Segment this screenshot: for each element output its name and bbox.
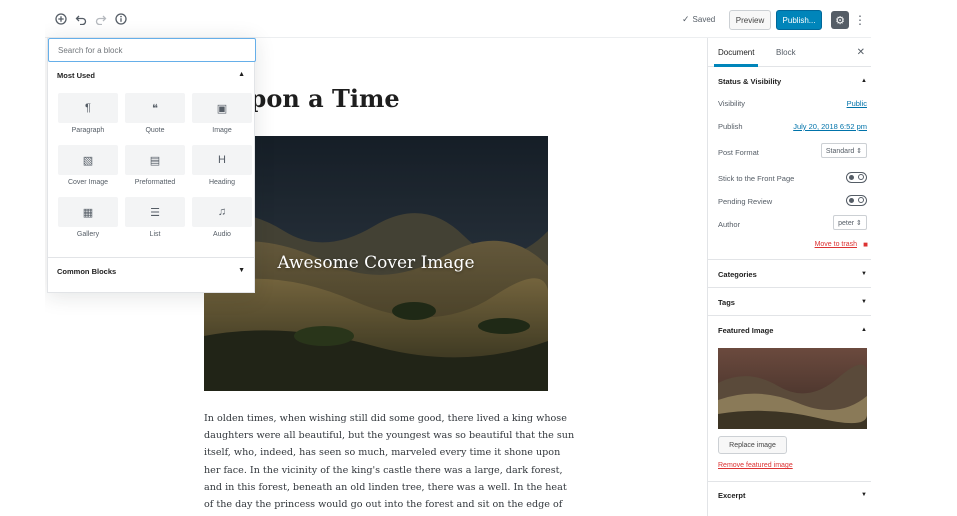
- paragraph-line: of the day the princess would go out int…: [204, 499, 563, 511]
- author-label: Author: [718, 220, 741, 229]
- paragraph-line: and in this forest, beneath an old linde…: [204, 481, 567, 493]
- cover-image-icon: ▧: [82, 154, 94, 167]
- block-gallery[interactable]: ▦ Gallery: [57, 197, 119, 241]
- block-label: Quote: [145, 127, 165, 134]
- divider: [708, 481, 871, 482]
- block-list[interactable]: ☰ List: [124, 197, 186, 241]
- sidebar-tabs: Document Block ✕: [708, 38, 871, 67]
- block-paragraph[interactable]: ¶ Paragraph: [57, 93, 119, 137]
- divider: [708, 259, 871, 260]
- excerpt-title[interactable]: Excerpt: [718, 491, 746, 500]
- image-icon: ▣: [216, 102, 228, 115]
- block-quote[interactable]: ❝ Quote: [124, 93, 186, 137]
- gallery-icon: ▦: [82, 206, 94, 219]
- status-visibility-title[interactable]: Status & Visibility: [718, 77, 781, 86]
- heading-icon: H: [218, 154, 226, 166]
- block-label: Image: [212, 127, 232, 134]
- block-label: Cover Image: [67, 179, 109, 186]
- saved-label: Saved: [692, 15, 716, 24]
- tags-title[interactable]: Tags: [718, 298, 735, 307]
- caret-down-icon[interactable]: ▼: [861, 492, 867, 498]
- block-label: Audio: [213, 231, 231, 238]
- settings-button[interactable]: ⚙: [831, 11, 849, 29]
- remove-featured-image-link[interactable]: Remove featured image: [718, 462, 793, 469]
- preview-button[interactable]: Preview: [729, 10, 771, 30]
- audio-icon: ♫: [217, 206, 227, 218]
- caret-up-icon[interactable]: ▲: [238, 71, 245, 78]
- featured-image-preview[interactable]: [718, 348, 867, 429]
- active-tab-indicator: [714, 64, 758, 67]
- settings-sidebar: Document Block ✕ Status & Visibility ▲ V…: [707, 38, 871, 516]
- block-cover-image[interactable]: ▧ Cover Image: [57, 145, 119, 189]
- divider: [48, 257, 254, 258]
- replace-image-button[interactable]: Replace image: [718, 436, 787, 454]
- post-format-select[interactable]: Standard ⇕: [821, 143, 867, 158]
- redo-icon[interactable]: [93, 11, 109, 27]
- block-label: Preformatted: [134, 179, 176, 186]
- block-search-input[interactable]: Search for a block: [48, 38, 256, 62]
- editor-canvas: ✓ Saved Preview Publish... ⚙ ⋮ e Upon a …: [45, 0, 871, 516]
- post-format-label: Post Format: [718, 148, 759, 157]
- featured-image-title[interactable]: Featured Image: [718, 326, 773, 335]
- featured-landscape-image: [718, 348, 867, 429]
- block-audio[interactable]: ♫ Audio: [191, 197, 253, 241]
- block-grid: ¶ Paragraph ❝ Quote ▣ Image ▧ Cover Imag…: [57, 93, 252, 241]
- preformatted-icon: ▤: [149, 154, 161, 167]
- info-icon[interactable]: [113, 11, 129, 27]
- block-inserter-popover: Search for a block Most Used ▲ ¶ Paragra…: [47, 37, 256, 293]
- block-label: Gallery: [76, 231, 100, 238]
- editor-toolbar: ✓ Saved Preview Publish... ⚙ ⋮: [45, 0, 871, 38]
- tab-document[interactable]: Document: [718, 48, 754, 57]
- block-heading[interactable]: H Heading: [191, 145, 253, 189]
- caret-down-icon[interactable]: ▼: [861, 271, 867, 277]
- check-icon: ✓: [682, 14, 690, 24]
- pending-review-label: Pending Review: [718, 197, 773, 206]
- block-preformatted[interactable]: ▤ Preformatted: [124, 145, 186, 189]
- sticky-toggle[interactable]: [846, 172, 867, 183]
- publish-date-link[interactable]: July 20, 2018 6:52 pm: [793, 122, 867, 131]
- publish-label: Publish: [718, 122, 743, 131]
- sticky-label: Stick to the Front Page: [718, 174, 795, 183]
- undo-icon[interactable]: [73, 11, 89, 27]
- block-image[interactable]: ▣ Image: [191, 93, 253, 137]
- pending-review-toggle[interactable]: [846, 195, 867, 206]
- visibility-label: Visibility: [718, 99, 745, 108]
- cover-caption[interactable]: Awesome Cover Image: [204, 253, 548, 273]
- paragraph-block[interactable]: In olden times, when wishing still did s…: [204, 410, 575, 513]
- caret-up-icon[interactable]: ▲: [861, 327, 867, 333]
- common-blocks-heading[interactable]: Common Blocks: [57, 267, 116, 276]
- caret-up-icon[interactable]: ▲: [861, 78, 867, 84]
- visibility-link[interactable]: Public: [847, 99, 867, 108]
- block-label: Paragraph: [71, 127, 105, 134]
- more-options-button[interactable]: ⋮: [854, 11, 866, 29]
- paragraph-line: her face. In the vicinity of the king's …: [204, 464, 563, 476]
- trash-icon[interactable]: ■: [863, 240, 868, 249]
- plus-circle-icon[interactable]: [53, 11, 69, 27]
- move-to-trash-link[interactable]: Move to trash: [815, 241, 857, 248]
- divider: [708, 287, 871, 288]
- block-label: List: [149, 231, 161, 238]
- paragraph-line: itself, who, indeed, has seen so much, m…: [204, 447, 561, 459]
- gear-icon: ⚙: [835, 14, 845, 27]
- publish-button[interactable]: Publish...: [776, 10, 822, 30]
- tab-block[interactable]: Block: [776, 48, 796, 57]
- saved-status: ✓ Saved: [682, 14, 715, 25]
- quote-icon: ❝: [152, 102, 158, 115]
- more-vertical-icon: ⋮: [854, 13, 866, 27]
- most-used-heading[interactable]: Most Used: [57, 71, 95, 80]
- paragraph-icon: ¶: [85, 102, 91, 114]
- close-icon[interactable]: ✕: [857, 47, 865, 58]
- caret-down-icon[interactable]: ▼: [861, 299, 867, 305]
- paragraph-line: In olden times, when wishing still did s…: [204, 413, 567, 424]
- divider: [708, 315, 871, 316]
- cover-image-block[interactable]: Awesome Cover Image: [204, 136, 548, 391]
- paragraph-line: daughters were all beautiful, but the yo…: [204, 430, 575, 442]
- block-label: Heading: [208, 179, 236, 186]
- author-select[interactable]: peter ⇕: [833, 215, 867, 230]
- list-icon: ☰: [150, 206, 160, 219]
- caret-down-icon[interactable]: ▼: [238, 267, 245, 274]
- categories-title[interactable]: Categories: [718, 270, 757, 279]
